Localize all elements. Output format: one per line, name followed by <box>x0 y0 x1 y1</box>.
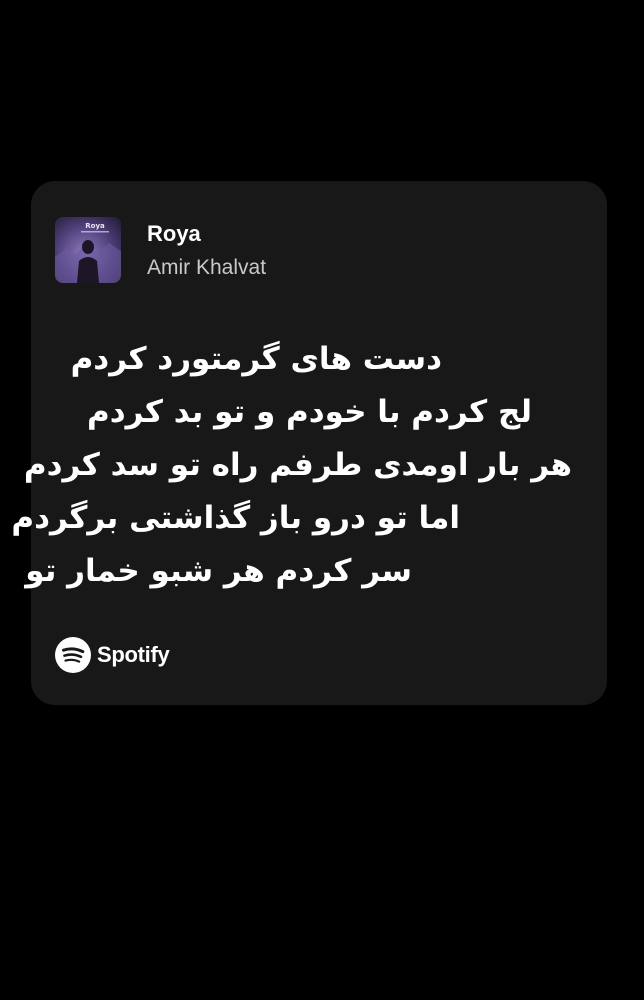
spotify-wordmark: Spotify <box>97 642 170 667</box>
album-cover-art: Roya <box>55 217 121 283</box>
cover-text: Roya <box>85 222 105 230</box>
lyrics-block: دست های گرمتورد کردم لج کردم با خودم و ت… <box>11 333 572 598</box>
lyric-line: اما تو درو باز گذاشتی برگردم <box>11 500 460 536</box>
album-cover: Roya <box>55 217 121 283</box>
track-artist: Amir Khalvat <box>147 256 267 279</box>
spotify-brand: Spotify <box>55 637 170 673</box>
lyrics-share-card: Roya Roya Amir Khalvat دست های گرمتورد ک… <box>11 181 607 705</box>
lyric-line: دست های گرمتورد کردم <box>70 341 442 377</box>
lyric-line: لج کردم با خودم و تو بد کردم <box>87 394 532 430</box>
track-title: Roya <box>147 221 201 246</box>
spotify-logo-icon <box>55 637 91 673</box>
lyric-line: سر کردم هر شبو خمار تو <box>25 553 412 589</box>
lyric-line: هر بار اومدی طرفم راه تو سد کردم <box>23 447 572 483</box>
